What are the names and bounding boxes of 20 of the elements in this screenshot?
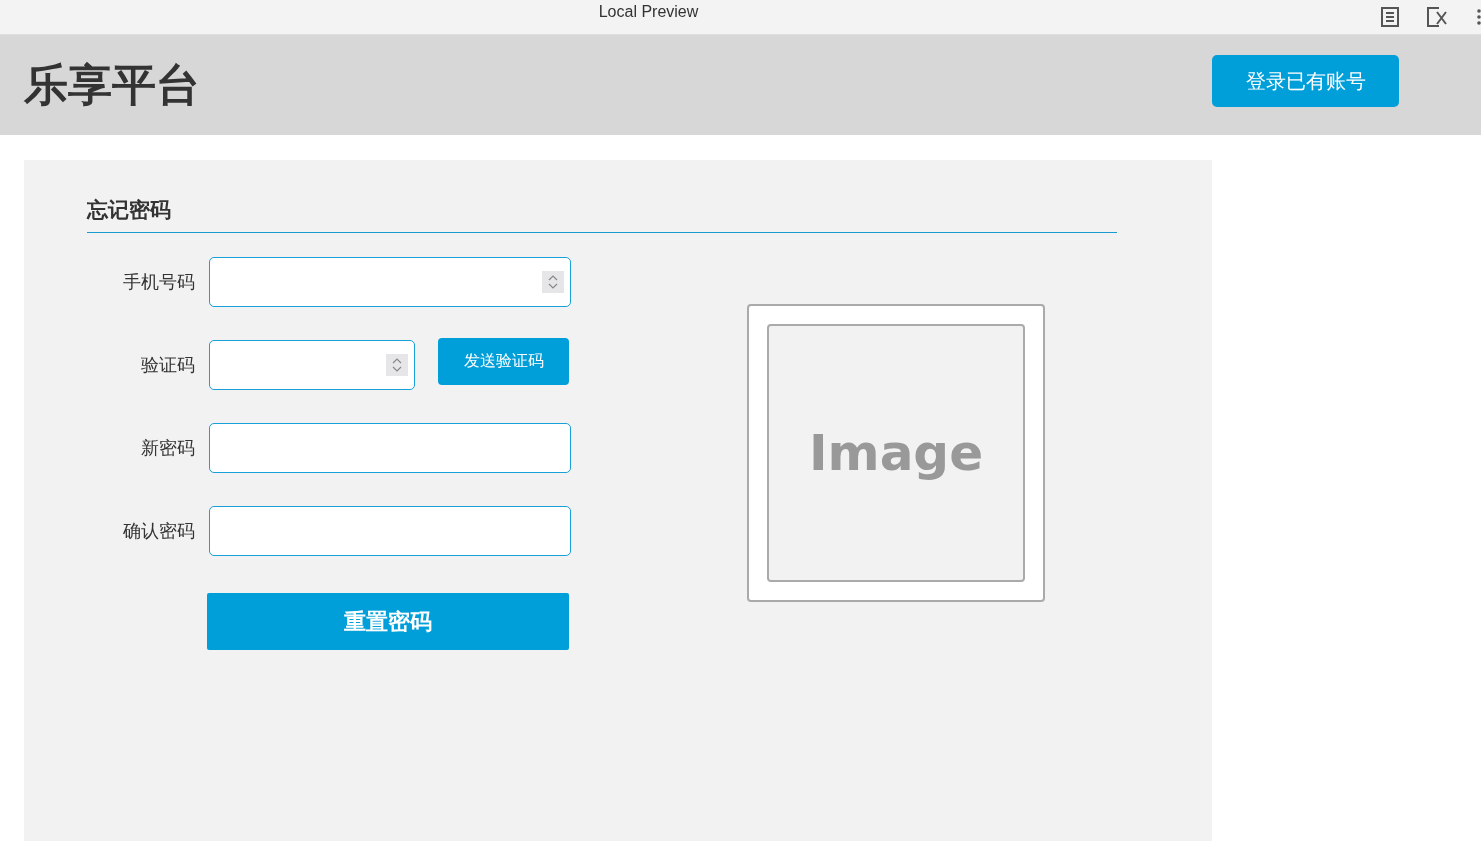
send-code-button[interactable]: 发送验证码 [438, 337, 569, 385]
input-field[interactable] [209, 257, 571, 307]
field-label: 确认密码 [122, 519, 196, 543]
document-icon[interactable] [1381, 7, 1399, 27]
placeholder-text: Image [808, 424, 984, 482]
field-label: 手机号码 [122, 270, 196, 294]
field-label: 新密码 [140, 436, 196, 460]
spinner-icon[interactable] [542, 271, 564, 293]
input-field[interactable] [209, 423, 571, 473]
input-field[interactable] [209, 506, 571, 556]
login-button[interactable]: 登录已有账号 [1212, 55, 1399, 107]
reset-password-button[interactable]: 重置密码 [207, 593, 569, 650]
field-label: 验证码 [140, 353, 196, 377]
window-title: Local Preview [597, 3, 700, 21]
input-field[interactable] [209, 340, 415, 390]
more-icon[interactable] [1477, 8, 1481, 26]
formula-icon[interactable] [1427, 7, 1449, 27]
form-title: 忘记密码 [87, 196, 1117, 233]
logo: 乐享平台 [24, 57, 200, 112]
spinner-icon[interactable] [386, 354, 408, 376]
